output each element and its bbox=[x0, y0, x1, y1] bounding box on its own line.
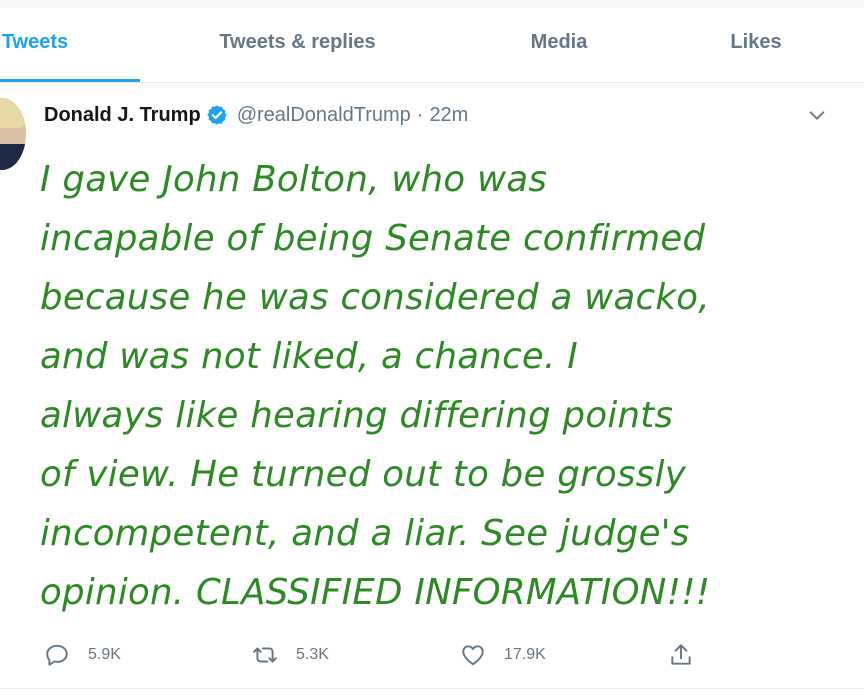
tweet-time[interactable]: 22m bbox=[429, 104, 468, 127]
tweet-text: I gave John Bolton, who was incapable of… bbox=[40, 150, 840, 622]
retweet-icon bbox=[253, 647, 277, 663]
tweet-text-line: incompetent, and a liar. See judge's bbox=[40, 513, 690, 554]
active-tab-indicator bbox=[0, 79, 140, 82]
reply-icon bbox=[46, 644, 68, 666]
share-button[interactable] bbox=[668, 638, 712, 672]
tweet-text-line: and was not liked, a chance. I bbox=[40, 336, 578, 377]
reply-button[interactable]: 5.9K bbox=[44, 638, 121, 672]
meta-separator: · bbox=[416, 103, 424, 126]
like-button[interactable]: 17.9K bbox=[460, 638, 546, 672]
profile-tabs: Tweets Tweets & replies Media Likes bbox=[0, 8, 864, 83]
like-count: 17.9K bbox=[504, 646, 546, 663]
author-handle[interactable]: @realDonaldTrump bbox=[237, 104, 411, 127]
verified-badge-icon bbox=[206, 104, 228, 126]
like-icon bbox=[462, 645, 484, 666]
tweet-actions: 5.9K 5.3K 17.9K bbox=[40, 638, 760, 672]
tab-likes[interactable]: Likes bbox=[715, 8, 797, 82]
divider bbox=[0, 688, 864, 689]
author-name[interactable]: Donald J. Trump bbox=[44, 104, 201, 127]
tab-tweets[interactable]: Tweets bbox=[0, 8, 80, 82]
tweet-header: Donald J. Trump @realDonaldTrump · 22m bbox=[44, 100, 468, 130]
tweet-text-line: incapable of being Senate confirmed bbox=[40, 218, 706, 259]
share-icon bbox=[671, 644, 691, 665]
tab-tweets-and-replies[interactable]: Tweets & replies bbox=[200, 8, 395, 82]
tweet-text-line: because he was considered a wacko, bbox=[40, 277, 710, 318]
tab-media[interactable]: Media bbox=[510, 8, 608, 82]
chevron-down-icon[interactable] bbox=[806, 104, 828, 126]
tweet-text-line: of view. He turned out to be grossly bbox=[40, 454, 687, 495]
tweet-text-line: I gave John Bolton, who was bbox=[40, 159, 548, 200]
tweet-text-line: always like hearing differing points bbox=[40, 395, 674, 436]
reply-count: 5.9K bbox=[88, 646, 121, 663]
retweet-button[interactable]: 5.3K bbox=[252, 638, 329, 672]
avatar[interactable] bbox=[0, 98, 26, 170]
tweet-text-line: opinion. CLASSIFIED INFORMATION!!! bbox=[40, 572, 711, 613]
retweet-count: 5.3K bbox=[296, 646, 329, 663]
top-strip bbox=[0, 0, 864, 8]
